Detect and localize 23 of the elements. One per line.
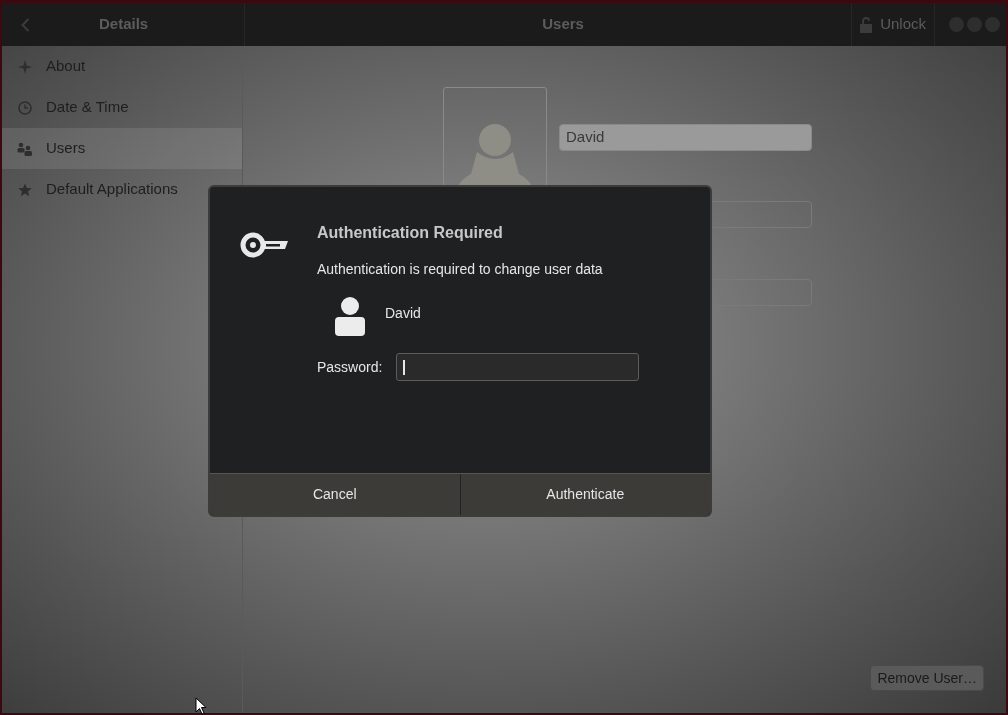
- star-icon: [18, 182, 32, 197]
- password-label: Password:: [317, 357, 383, 377]
- users-icon: [17, 141, 33, 156]
- name-field[interactable]: David: [559, 124, 812, 151]
- password-input[interactable]: [396, 353, 640, 381]
- panel-title: Details: [99, 14, 149, 35]
- dialog-message: Authentication is required to change user data: [317, 260, 604, 279]
- user-name: David: [385, 304, 421, 323]
- sidebar-item[interactable]: Users: [2, 128, 242, 169]
- sparkle-icon: [18, 59, 32, 74]
- user-icon: [335, 296, 365, 336]
- sidebar-label: Default Applications: [46, 179, 178, 200]
- dialog-button[interactable]: Authenticate: [459, 474, 710, 515]
- sidebar-label: Users: [46, 138, 86, 159]
- dialog-button[interactable]: Cancel: [210, 474, 460, 515]
- mouse-pointer-icon: [195, 697, 207, 715]
- padlock-icon: [860, 16, 873, 33]
- window-title: Users: [542, 14, 584, 35]
- key-icon: [239, 231, 288, 259]
- remove-user-button[interactable]: Remove User…: [870, 665, 984, 691]
- clock-icon: [18, 100, 32, 115]
- sidebar-item[interactable]: Default Applications: [2, 169, 242, 210]
- dialog-title: Authentication Required: [317, 223, 504, 243]
